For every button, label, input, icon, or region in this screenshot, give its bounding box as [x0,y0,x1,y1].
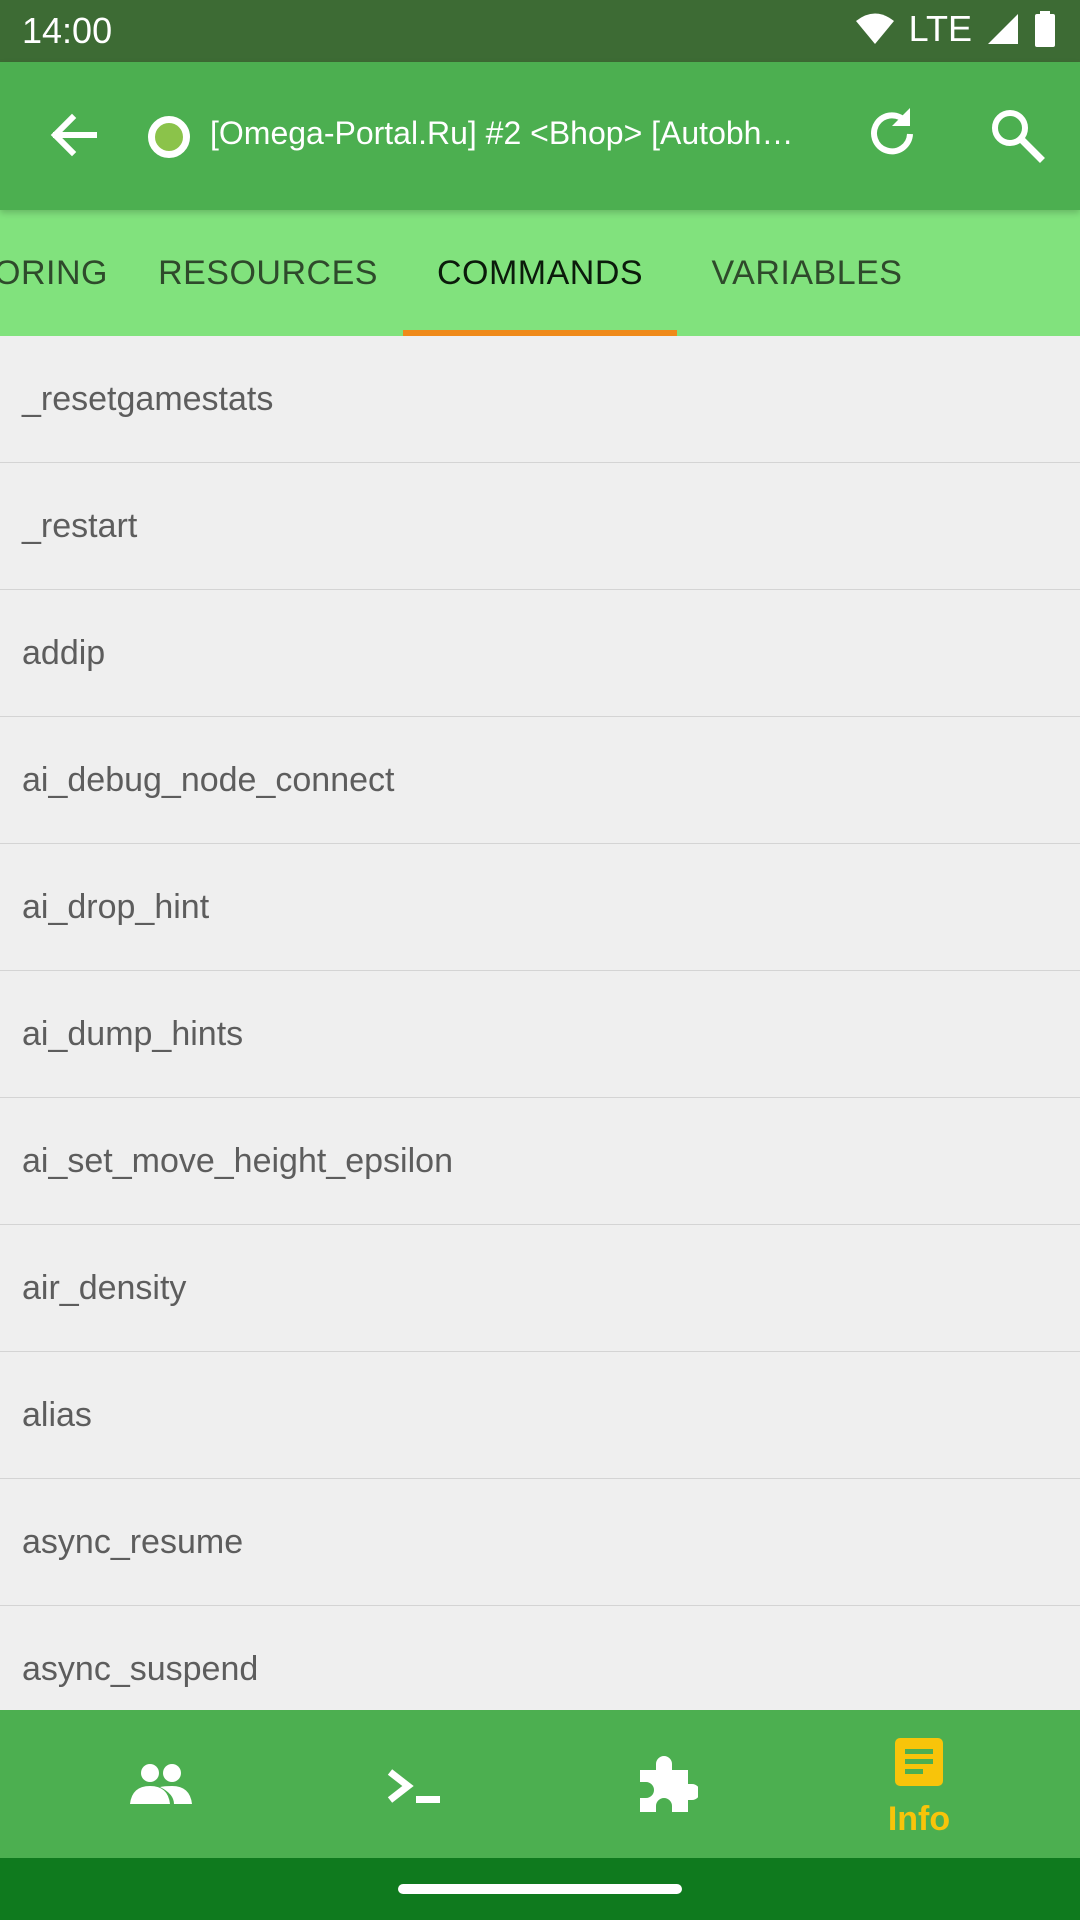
list-item[interactable]: async_suspend [0,1606,1080,1710]
signal-icon [988,14,1018,44]
list-item[interactable]: async_resume [0,1479,1080,1606]
list-item[interactable]: ai_debug_node_connect [0,717,1080,844]
gesture-bar [0,1858,1080,1920]
nav-plugins[interactable] [532,1710,802,1858]
status-time: 14:00 [22,10,113,51]
search-icon[interactable] [986,104,1046,164]
console-icon [387,1769,440,1803]
nav-console[interactable] [280,1710,550,1858]
server-title: [Omega-Portal.Ru] #2 <Bhop> [Autobhop] [… [210,115,810,151]
tab-resources[interactable]: RESOURCES [140,210,396,336]
list-item[interactable]: alias [0,1352,1080,1479]
info-document-icon [895,1738,943,1786]
wifi-icon [855,13,894,44]
gesture-handle[interactable] [398,1884,682,1894]
tab-commands[interactable]: COMMANDS [403,210,677,336]
status-bar: 14:00 LTE [0,0,1080,62]
battery-icon [1035,11,1055,47]
tab-bar: ORING RESOURCES COMMANDS VARIABLES [0,210,1080,336]
app-bar: [Omega-Portal.Ru] #2 <Bhop> [Autobhop] [… [0,62,1080,210]
list-item[interactable]: ai_dump_hints [0,971,1080,1098]
commands-list[interactable]: _resetgamestats _restart addip ai_debug_… [0,336,1080,1710]
list-item[interactable]: _restart [0,463,1080,590]
people-icon [130,1764,192,1804]
status-icons: LTE [855,8,1056,50]
refresh-icon[interactable] [864,104,920,160]
list-item[interactable]: _resetgamestats [0,336,1080,463]
list-item[interactable]: air_density [0,1225,1080,1352]
bottom-navigation: Info [0,1710,1080,1858]
puzzle-icon [640,1756,698,1812]
nav-players[interactable] [26,1710,296,1858]
list-item[interactable]: ai_drop_hint [0,844,1080,971]
network-type: LTE [908,8,972,49]
server-status-icon [148,116,190,158]
list-item[interactable]: addip [0,590,1080,717]
back-arrow-icon[interactable] [46,107,102,163]
tab-monitoring[interactable]: ORING [0,210,116,336]
tab-variables[interactable]: VARIABLES [694,210,920,336]
list-item[interactable]: ai_set_move_height_epsilon [0,1098,1080,1225]
nav-info[interactable]: Info [784,1710,1054,1858]
nav-info-label: Info [887,1800,951,1838]
